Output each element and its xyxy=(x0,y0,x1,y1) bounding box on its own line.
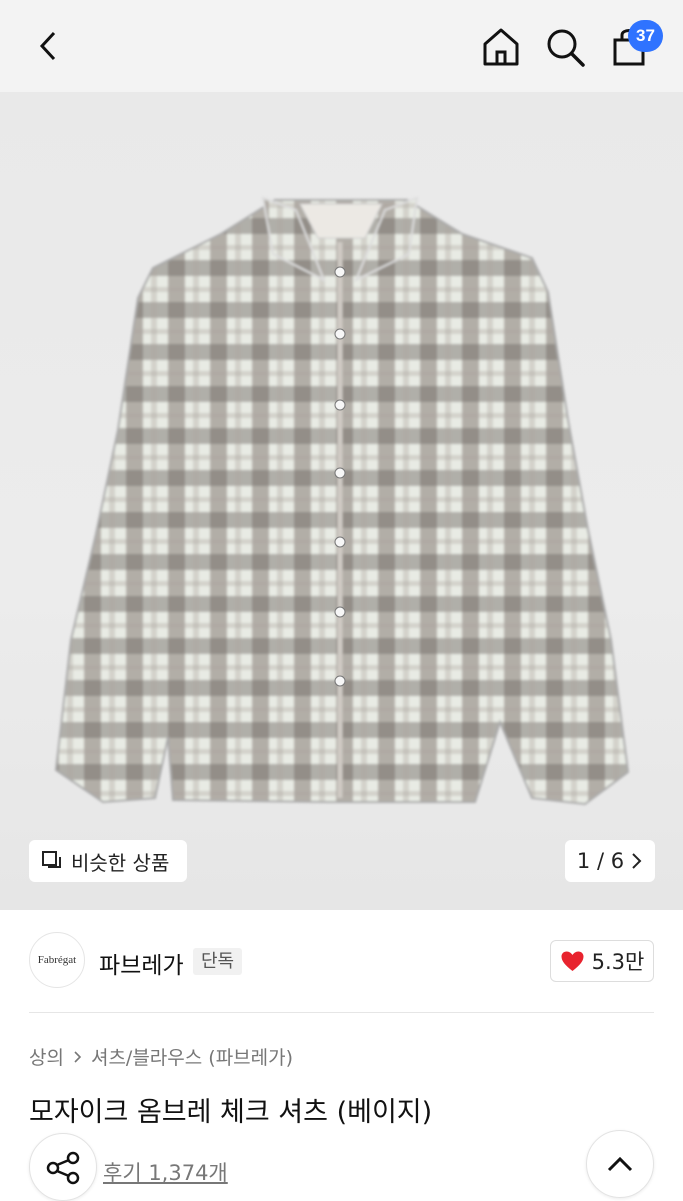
chevron-right-icon xyxy=(74,1050,82,1063)
brand-logo-text: Fabrégat xyxy=(37,954,77,966)
image-counter[interactable]: 1 / 6 xyxy=(565,840,655,882)
product-title: 모자이크 옴브레 체크 셔츠 (베이지) xyxy=(29,1097,433,1128)
scroll-top-button[interactable] xyxy=(586,1130,654,1198)
share-icon xyxy=(46,1151,80,1185)
brand-name[interactable]: 파브레가 xyxy=(99,946,184,980)
copy-icon xyxy=(42,851,61,868)
product-image xyxy=(54,196,630,806)
home-icon xyxy=(483,28,519,66)
chevron-left-icon xyxy=(39,31,56,61)
home-button[interactable] xyxy=(478,24,524,70)
search-button[interactable] xyxy=(542,24,588,70)
back-button[interactable] xyxy=(30,26,70,66)
like-count: 5.3만 xyxy=(591,950,645,974)
similar-products-button[interactable]: 비슷한 상품 xyxy=(29,840,187,882)
brand-section: Fabrégat 파브레가 단독 5.3만 xyxy=(29,932,654,992)
review-link[interactable]: 후기 1,374개 xyxy=(103,1157,228,1187)
breadcrumb: 상의 셔츠/블라우스 (파브레가) xyxy=(29,1043,293,1070)
exclusive-badge: 단독 xyxy=(193,948,243,975)
image-counter-text: 1 / 6 xyxy=(576,849,625,873)
similar-products-label: 비슷한 상품 xyxy=(71,850,170,875)
product-image-carousel[interactable] xyxy=(0,92,683,910)
search-icon xyxy=(547,29,585,67)
breadcrumb-category[interactable]: 상의 xyxy=(29,1043,64,1070)
section-divider xyxy=(29,1012,654,1013)
share-button[interactable] xyxy=(29,1133,97,1201)
brand-logo[interactable]: Fabrégat xyxy=(29,932,85,988)
chevron-right-icon xyxy=(632,853,642,869)
like-button[interactable]: 5.3만 xyxy=(550,940,654,982)
chevron-up-icon xyxy=(607,1156,633,1172)
breadcrumb-subcategory[interactable]: 셔츠/블라우스 (파브레가) xyxy=(91,1043,293,1070)
top-bar: 37 xyxy=(0,0,683,92)
heart-icon xyxy=(561,951,584,971)
cart-count-badge: 37 xyxy=(628,20,663,52)
